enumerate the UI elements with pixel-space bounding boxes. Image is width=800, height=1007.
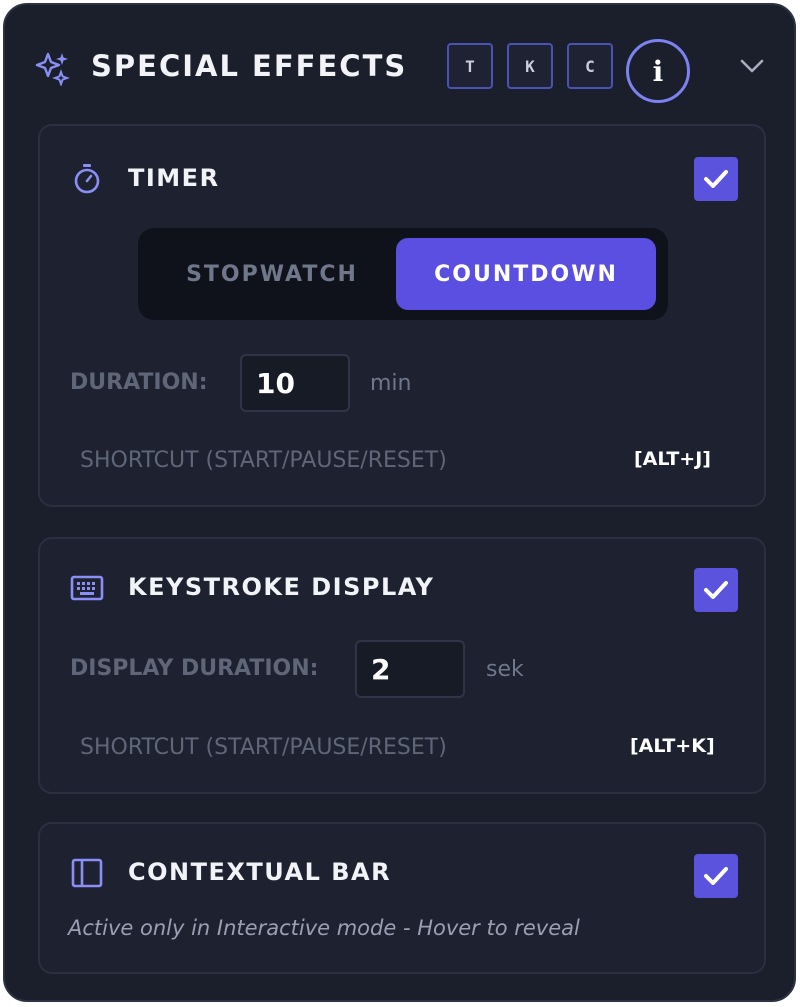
stopwatch-mode-button[interactable]: STOPWATCH xyxy=(152,238,392,310)
stopwatch-icon xyxy=(74,164,100,194)
shortcut-key-k-button[interactable]: K xyxy=(507,43,553,89)
countdown-mode-button[interactable]: COUNTDOWN xyxy=(396,238,656,310)
timer-title: TIMER xyxy=(128,164,220,192)
duration-unit: min xyxy=(370,371,412,396)
timer-card: TIMER STOPWATCH COUNTDOWN DURATION: 10 m… xyxy=(38,124,766,507)
keystroke-display-title: KEYSTROKE DISPLAY xyxy=(128,573,435,601)
display-duration-input[interactable]: 2 xyxy=(355,640,465,698)
contextual-bar-note: Active only in Interactive mode - Hover … xyxy=(68,916,580,940)
contextual-bar-title: CONTEXTUAL BAR xyxy=(128,858,392,886)
keystroke-shortcut-label: SHORTCUT (START/PAUSE/RESET) xyxy=(80,735,447,760)
checkmark-icon xyxy=(704,867,728,885)
checkmark-icon xyxy=(704,581,728,599)
duration-input[interactable]: 10 xyxy=(240,354,350,412)
timer-mode-toggle: STOPWATCH COUNTDOWN xyxy=(138,228,668,320)
timer-shortcut-key: [ALT+J] xyxy=(634,448,711,470)
panel-title: SPECIAL EFFECTS xyxy=(91,49,408,83)
shortcut-key-c-button[interactable]: C xyxy=(567,43,613,89)
timer-shortcut-label: SHORTCUT (START/PAUSE/RESET) xyxy=(80,448,447,473)
shortcut-key-t-button[interactable]: T xyxy=(447,43,493,89)
duration-label: DURATION: xyxy=(70,370,208,395)
contextual-bar-card: CONTEXTUAL BAR Active only in Interactiv… xyxy=(38,822,766,974)
keystroke-shortcut-key: [ALT+K] xyxy=(630,735,715,757)
sidebar-panel-icon xyxy=(71,858,103,888)
keyboard-icon xyxy=(70,575,104,601)
sparkles-icon xyxy=(35,52,70,86)
checkmark-icon xyxy=(704,170,728,188)
chevron-down-icon[interactable] xyxy=(739,57,765,75)
display-duration-label: DISPLAY DURATION: xyxy=(70,656,319,681)
keystroke-display-card: KEYSTROKE DISPLAY DISPLAY DURATION: 2 se… xyxy=(38,537,766,794)
panel-header: SPECIAL EFFECTS T K C i xyxy=(5,5,794,123)
special-effects-panel: SPECIAL EFFECTS T K C i TIMER STOPWATCH … xyxy=(3,3,796,1002)
display-duration-unit: sek xyxy=(486,657,524,682)
timer-enable-checkbox[interactable] xyxy=(694,157,738,201)
keystroke-enable-checkbox[interactable] xyxy=(694,568,738,612)
contextual-bar-enable-checkbox[interactable] xyxy=(694,854,738,898)
info-button[interactable]: i xyxy=(626,39,690,103)
